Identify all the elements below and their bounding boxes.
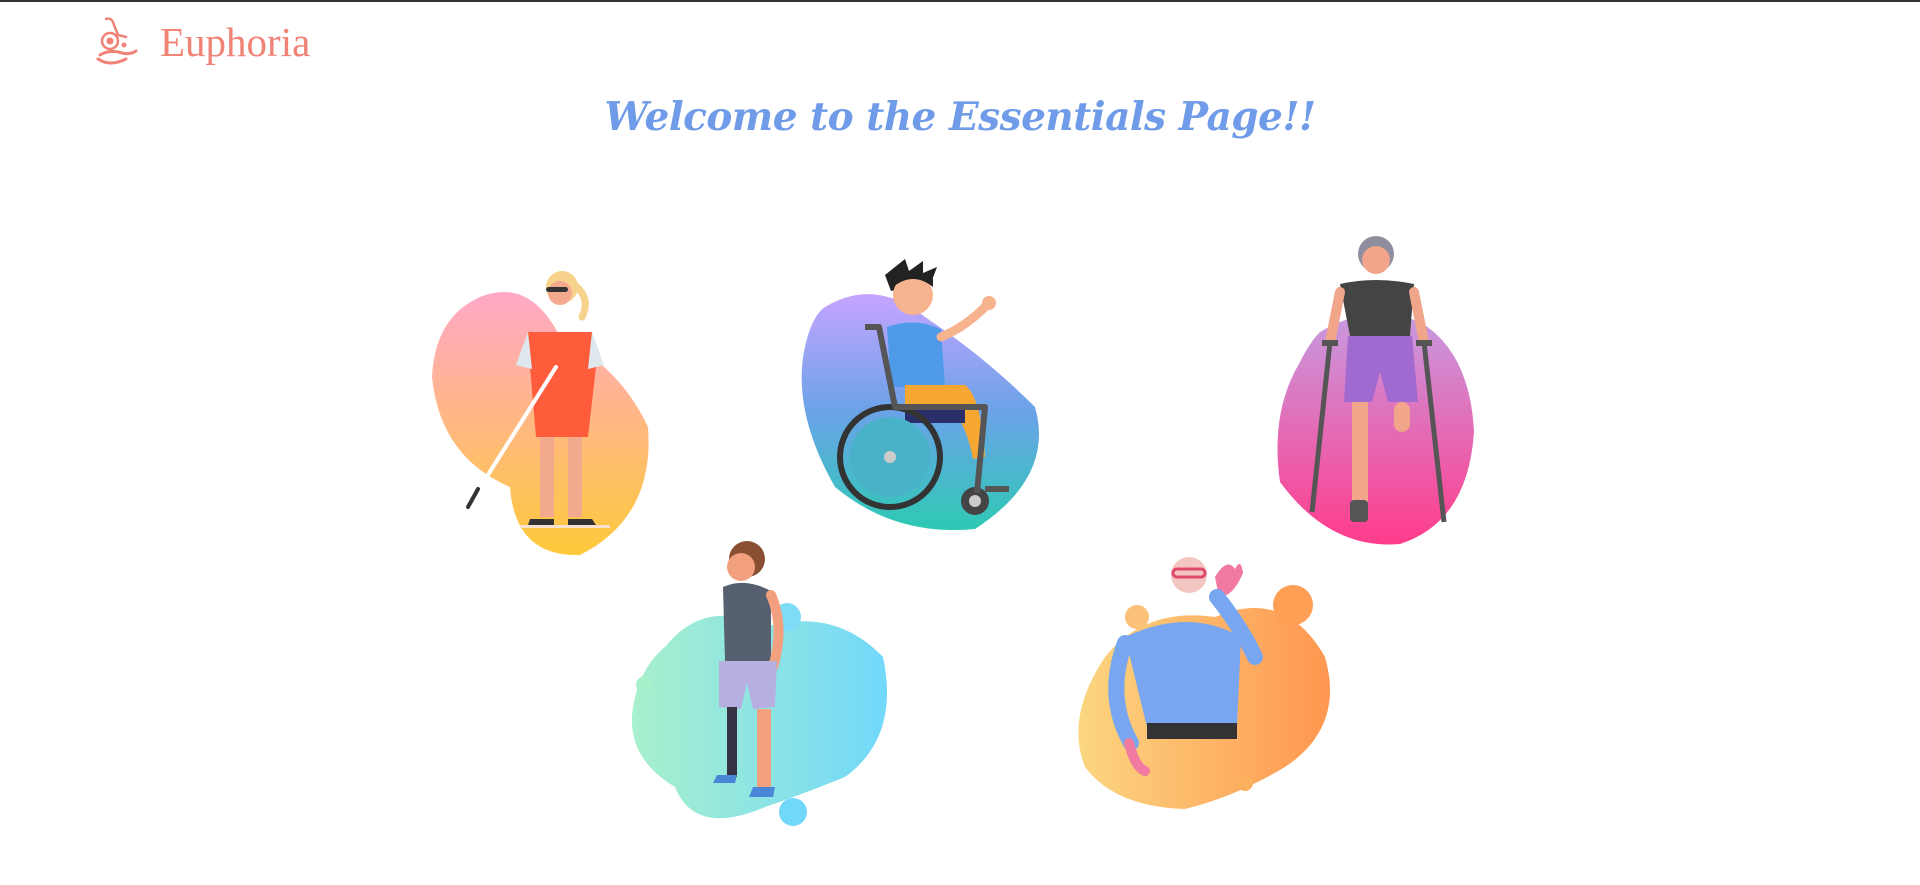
essential-card-hearing-impaired[interactable] [1065, 547, 1345, 817]
man-with-prosthetic-leg-icon [631, 541, 888, 826]
wheelchair-hand-logo-icon[interactable] [92, 15, 142, 69]
elderly-man-hearing-icon [1078, 557, 1330, 809]
essential-card-wheelchair-user[interactable] [795, 257, 1055, 537]
boy-in-wheelchair-icon [801, 259, 1039, 531]
essential-card-prosthetic-user[interactable] [625, 537, 900, 832]
essential-card-crutches-user[interactable] [1260, 232, 1490, 552]
brand-name[interactable]: Euphoria [160, 21, 310, 63]
top-bar: Euphoria [92, 12, 310, 72]
woman-with-crutches-icon [1277, 236, 1474, 545]
essential-card-visually-impaired[interactable] [420, 257, 660, 557]
visually-impaired-woman-with-cane-icon [432, 271, 649, 556]
page-title: Welcome to the Essentials Page!! [604, 94, 1316, 140]
